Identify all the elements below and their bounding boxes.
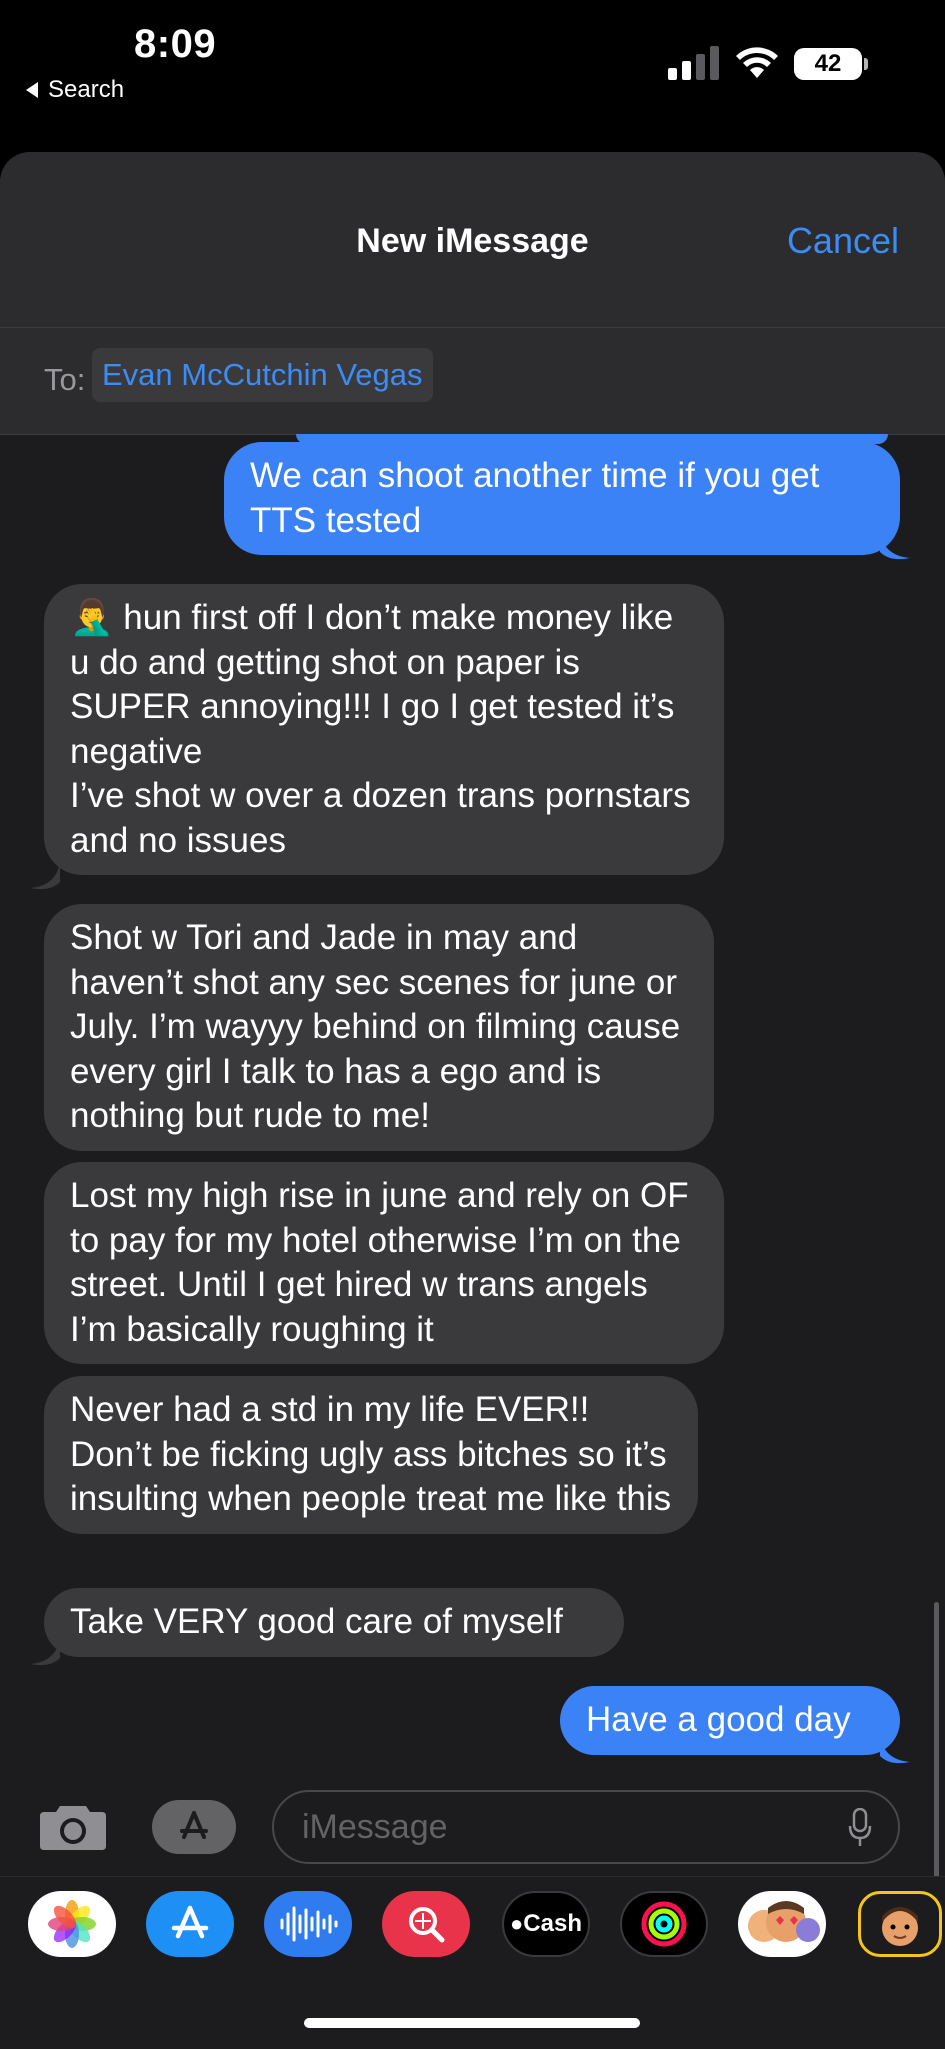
back-label: Search (48, 76, 125, 103)
bubble-tail (880, 1736, 910, 1764)
message-bubble-incoming[interactable]: 🤦‍♂️ hun first off I don’t make money li… (44, 584, 724, 875)
activity-icon[interactable] (620, 1891, 708, 1957)
battery-tip (864, 58, 868, 70)
message-bubble-incoming[interactable]: Lost my high rise in june and rely on OF… (44, 1162, 724, 1364)
message-bubble-outgoing[interactable]: We can shoot another time if you get TTS… (224, 442, 900, 555)
audio-message-icon[interactable] (264, 1891, 352, 1957)
message-text: 🤦‍♂️ hun first off I don’t make money li… (70, 598, 691, 860)
bubble-tail (30, 862, 60, 890)
scrollbar[interactable] (934, 1602, 939, 1912)
message-bubble-incoming[interactable]: Never had a std in my life EVER!! Don’t … (44, 1376, 698, 1534)
home-indicator[interactable] (304, 2018, 640, 2028)
image-search-icon[interactable] (382, 1891, 470, 1957)
microphone-icon[interactable] (848, 1808, 872, 1848)
cellular-signal-icon (668, 46, 719, 80)
back-to-search-link[interactable]: Search (26, 76, 124, 104)
app-store-icon[interactable] (146, 1891, 234, 1957)
to-label: To: (44, 362, 86, 397)
photos-icon[interactable] (28, 1891, 116, 1957)
app-store-icon (180, 1811, 208, 1839)
memoji-stickers-icon[interactable] (858, 1891, 942, 1957)
apps-button[interactable] (152, 1800, 236, 1854)
status-time: 8:09 (134, 22, 217, 66)
bubble-tail (30, 1638, 60, 1666)
back-arrow-icon (26, 82, 38, 98)
message-bubble-incoming[interactable]: Shot w Tori and Jade in may and haven’t … (44, 904, 714, 1151)
message-input[interactable] (272, 1790, 900, 1864)
recipient-row[interactable]: To: Evan McCutchin Vegas (0, 328, 945, 435)
camera-icon[interactable] (38, 1802, 108, 1852)
bubble-tail (880, 532, 910, 560)
apple-cash-label: Cash (523, 1910, 582, 1937)
apple-cash-icon[interactable]: ● Cash (502, 1891, 590, 1957)
battery-indicator: 42 (794, 48, 862, 80)
new-message-sheet: New iMessage Cancel To: Evan McCutchin V… (0, 152, 945, 2048)
message-bubble-incoming[interactable]: Take VERY good care of myself (44, 1588, 624, 1657)
battery-level: 42 (814, 50, 842, 77)
recipient-chip[interactable]: Evan McCutchin Vegas (92, 348, 433, 402)
memoji-icon[interactable] (738, 1891, 826, 1957)
message-bubble-outgoing[interactable]: Have a good day (560, 1686, 900, 1755)
cancel-button[interactable]: Cancel (787, 220, 899, 262)
sheet-header: New iMessage Cancel (0, 152, 945, 328)
wifi-icon (736, 47, 778, 78)
